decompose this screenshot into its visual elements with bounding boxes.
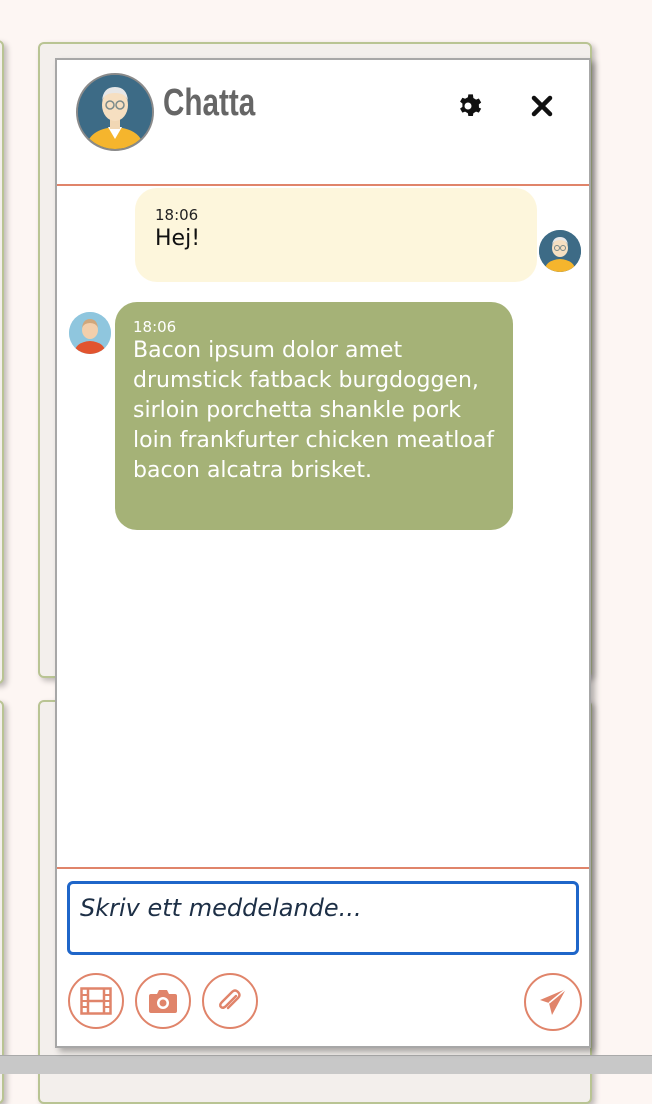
send-icon[interactable] bbox=[524, 973, 582, 1031]
close-icon[interactable] bbox=[526, 90, 558, 122]
chat-header: Chatta bbox=[57, 60, 589, 186]
message-input[interactable] bbox=[67, 881, 579, 955]
user-avatar bbox=[76, 73, 154, 151]
message-text: Bacon ipsum dolor amet drumstick fatback… bbox=[133, 338, 495, 483]
chat-title: Chatta bbox=[163, 82, 256, 124]
paperclip-icon[interactable] bbox=[202, 973, 258, 1029]
sender-avatar bbox=[539, 230, 581, 272]
message-outgoing: 18:06 Hej! bbox=[135, 188, 537, 282]
camera-icon[interactable] bbox=[135, 973, 191, 1029]
message-text: Hej! bbox=[155, 226, 201, 251]
message-time: 18:06 bbox=[133, 318, 177, 336]
chat-window: Chatta 18:06 Hej! 18:06 Bacon ipsum dolo… bbox=[55, 58, 591, 1048]
horizontal-scrollbar[interactable] bbox=[0, 1055, 652, 1074]
message-time: 18:06 bbox=[155, 206, 199, 224]
message-incoming: 18:06 Bacon ipsum dolor amet drumstick f… bbox=[115, 302, 513, 530]
message-composer bbox=[57, 867, 589, 1048]
background-card bbox=[0, 700, 4, 1104]
film-icon[interactable] bbox=[68, 973, 124, 1029]
gear-icon[interactable] bbox=[452, 90, 484, 122]
message-list[interactable]: 18:06 Hej! 18:06 Bacon ipsum dolor amet … bbox=[57, 186, 589, 867]
recipient-avatar bbox=[69, 312, 111, 354]
background-card bbox=[0, 40, 4, 684]
